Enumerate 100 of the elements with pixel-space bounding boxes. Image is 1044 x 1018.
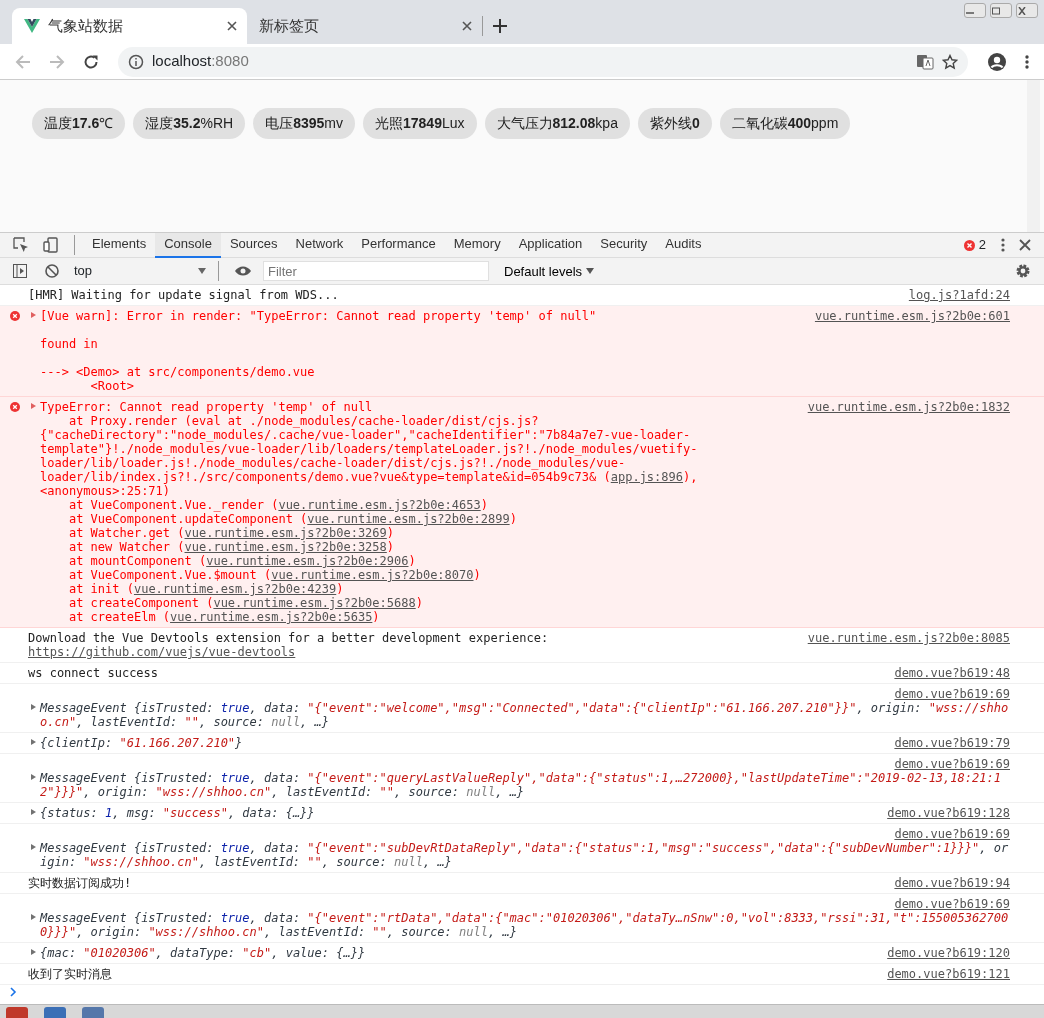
close-icon: [462, 21, 472, 31]
console-message: MessageEvent {isTrusted: true, data: "{"event":"queryLastValueReply","data":{"status":1,…272000},"lastUpdateTime":"2019-02-13,18:21:12"}}}", origin: "wss://shhoo.cn", lastEventId: "", source: null, …}: [40, 771, 1002, 799]
devtools-tab[interactable]: Audits: [656, 232, 711, 258]
sidebar-icon: [13, 264, 27, 278]
console-message: TypeError: Cannot read property 'temp' of null at Proxy.render (eval at ./node_modules/cache-loader/dist/cjs.js?{"cacheDirectory":"node_modules/.cache/vue-loader","cacheIdentifier":"7b84a7e7-vue-loader-template"}!./node_modules/vue-loader/lib/loaders/templateLoader.js?!./node_modules/vuetify-loader/lib/loader.js!./node_modules/cache-loader/dist/cjs.js?!./node_modules/vue-loader/lib/index.js?!./src/components/demo.vue?vue&type=template&id=054b9c73& (app.js:896), <anonymous>:25:71) at VueComponent.Vue._render (vue.runtime.esm.js?2b0e:4653) at VueComponent.updateComponent (vue.runtime.esm.js?2b0e:2899) at Watcher.get (vue.runtime.esm.js?2b0e:3269) at new Watcher (vue.runtime.esm.js?2b0e:3258) at mountComponent (vue.runtime.esm.js?2b0e:2906) at VueComponent.Vue.$mount (vue.runtime.esm.js?2b0e:8070) at init (vue.runtime.esm.js?2b0e:4239) at createComponent (vue.runtime.esm.js?2b0e:5688) at createElm (vue.runtime.esm.js?2b0e:5635): [40, 400, 699, 624]
prompt-chevron-icon: [10, 987, 17, 997]
close-tab-button[interactable]: [227, 21, 237, 31]
minimize-button[interactable]: [964, 3, 986, 18]
link[interactable]: vue.runtime.esm.js?2b0e:2899: [307, 512, 510, 526]
expand-arrow-icon[interactable]: [31, 774, 36, 780]
source-link[interactable]: demo.vue?b619:69: [894, 687, 1010, 701]
reading-chip: 紫外线0: [637, 108, 712, 139]
maximize-icon: [991, 6, 1001, 15]
account-icon: [987, 51, 1007, 72]
expand-arrow-icon[interactable]: [31, 844, 36, 850]
link[interactable]: https://github.com/vuejs/vue-devtools: [28, 645, 296, 659]
devtools-tab[interactable]: Network: [286, 232, 353, 258]
error-icon: [10, 311, 20, 321]
back-arrow-icon: [15, 53, 31, 70]
devtools-tab[interactable]: Memory: [444, 232, 510, 258]
source-link[interactable]: demo.vue?b619:69: [894, 897, 1010, 911]
link[interactable]: vue.runtime.esm.js?2b0e:2906: [206, 554, 409, 568]
expand-arrow-icon[interactable]: [31, 949, 36, 955]
translate-icon[interactable]: [916, 53, 934, 70]
reading-chip: 湿度35.2%RH: [133, 108, 246, 139]
link[interactable]: app.js:896: [610, 470, 683, 484]
link[interactable]: vue.runtime.esm.js?2b0e:8070: [271, 568, 474, 582]
expand-arrow-icon[interactable]: [31, 739, 36, 745]
close-window-button[interactable]: [1016, 3, 1038, 18]
log-levels-dropdown[interactable]: Default levels: [497, 263, 602, 279]
link[interactable]: vue.runtime.esm.js?2b0e:5635: [170, 610, 373, 624]
devtools-tab[interactable]: Sources: [220, 232, 287, 258]
link[interactable]: vue.runtime.esm.js?2b0e:3269: [184, 526, 387, 540]
source-link[interactable]: demo.vue?b619:121: [887, 967, 1010, 981]
star-icon[interactable]: [942, 53, 958, 70]
address-bar[interactable]: localhost:8080: [118, 46, 968, 77]
expand-arrow-icon[interactable]: [31, 403, 36, 409]
forward-arrow-icon: [49, 53, 65, 70]
expand-arrow-icon[interactable]: [31, 312, 36, 318]
console-message: 收到了实时消息: [28, 967, 113, 981]
console-message: {clientIp: "61.166.207.210"}: [40, 736, 244, 750]
eye-icon: [234, 265, 252, 277]
browser-tab-title[interactable]: 新标签页: [259, 14, 454, 38]
source-link[interactable]: demo.vue?b619:79: [894, 736, 1010, 750]
context-select[interactable]: top: [70, 260, 210, 282]
reading-chip: 光照17849Lux: [363, 108, 477, 139]
info-icon: [128, 53, 144, 70]
v-logo-icon: [24, 19, 40, 33]
console-message: {mac: "01020306", dataType: "cb", value: {…}}: [40, 946, 367, 960]
reading-chip: 电压8395mv: [253, 108, 355, 139]
maximize-button[interactable]: [990, 3, 1012, 18]
error-icon: [10, 402, 20, 412]
close-icon: [1019, 239, 1031, 251]
console-message: Download the Vue Devtools extension for a better development experience: https://github.com/vuejs/vue-devtools: [28, 631, 550, 659]
link[interactable]: vue.runtime.esm.js?2b0e:5688: [213, 596, 416, 610]
filter-field[interactable]: Filter: [263, 261, 489, 281]
more-vertical-icon: [1001, 238, 1005, 252]
source-link[interactable]: vue.runtime.esm.js?2b0e:8085: [807, 631, 1010, 645]
console-message: ws connect success: [28, 666, 160, 680]
close-tab-button[interactable]: [462, 21, 472, 31]
source-link[interactable]: log.js?1afd:24: [908, 288, 1010, 302]
link[interactable]: vue.runtime.esm.js?2b0e:4653: [278, 498, 481, 512]
link[interactable]: vue.runtime.esm.js?2b0e:3258: [184, 540, 387, 554]
source-link[interactable]: vue.runtime.esm.js?2b0e:1832: [807, 400, 1010, 414]
devtools-tab[interactable]: Security: [591, 232, 657, 258]
reading-chip: 大气压力812.08kpa: [484, 108, 630, 139]
error-count[interactable]: 2: [978, 235, 986, 255]
devtools-tab[interactable]: Application: [509, 232, 592, 258]
devtools-tab[interactable]: Console: [155, 232, 221, 258]
block-icon: [45, 264, 59, 278]
source-link[interactable]: demo.vue?b619:94: [894, 876, 1010, 890]
dropdown-caret-icon: [586, 268, 595, 274]
cursor-in-box-icon: [13, 237, 29, 253]
close-icon: [1017, 6, 1027, 15]
console-message: MessageEvent {isTrusted: true, data: "{"event":"welcome","msg":"Connected","data":{"clientIp":"61.166.207.210"}}", origin: "wss://shhoo.cn", lastEventId: "", source: null, …}: [40, 701, 1010, 729]
expand-arrow-icon[interactable]: [31, 809, 36, 815]
console-message: MessageEvent {isTrusted: true, data: "{"event":"rtData","data":{"mac":"01020306","dataTy…nSnw":0,"vol":8333,"rssi":31,"t":1550053627000}}}", origin: "wss://shhoo.cn", lastEventId: "", source: null, …}: [40, 911, 1010, 939]
source-link[interactable]: demo.vue?b619:48: [894, 666, 1010, 680]
url-text: localhost:8080: [152, 51, 250, 72]
devtools-tab[interactable]: Performance: [352, 232, 445, 258]
console-message: [Vue warn]: Error in render: "TypeError: Cannot read property 'temp' of null" found in ---> <Demo> at src/components/demo.vue <Root>: [40, 309, 598, 393]
devtools-tab[interactable]: Elements: [83, 232, 156, 258]
console-message: {status: 1, msg: "success", data: {…}}: [40, 806, 316, 820]
expand-arrow-icon[interactable]: [31, 704, 36, 710]
dropdown-caret-icon: [198, 268, 206, 274]
scrollbar[interactable]: [1027, 80, 1040, 232]
console-message: [HMR] Waiting for update signal from WDS...: [28, 288, 340, 302]
source-link[interactable]: demo.vue?b619:69: [894, 757, 1010, 771]
error-icon: [963, 239, 975, 251]
link[interactable]: vue.runtime.esm.js?2b0e:4239: [133, 582, 337, 596]
source-link[interactable]: demo.vue?b619:69: [894, 827, 1010, 841]
reading-chip: 温度17.6℃: [32, 108, 126, 139]
device-icon: [43, 237, 59, 253]
expand-arrow-icon[interactable]: [31, 914, 36, 920]
source-link[interactable]: demo.vue?b619:128: [887, 806, 1010, 820]
close-icon: [227, 21, 237, 31]
reading-chip: 二氧化碳400ppm: [719, 108, 851, 139]
reload-icon: [83, 53, 99, 70]
source-link[interactable]: demo.vue?b619:120: [887, 946, 1010, 960]
source-link[interactable]: vue.runtime.esm.js?2b0e:601: [814, 309, 1010, 323]
